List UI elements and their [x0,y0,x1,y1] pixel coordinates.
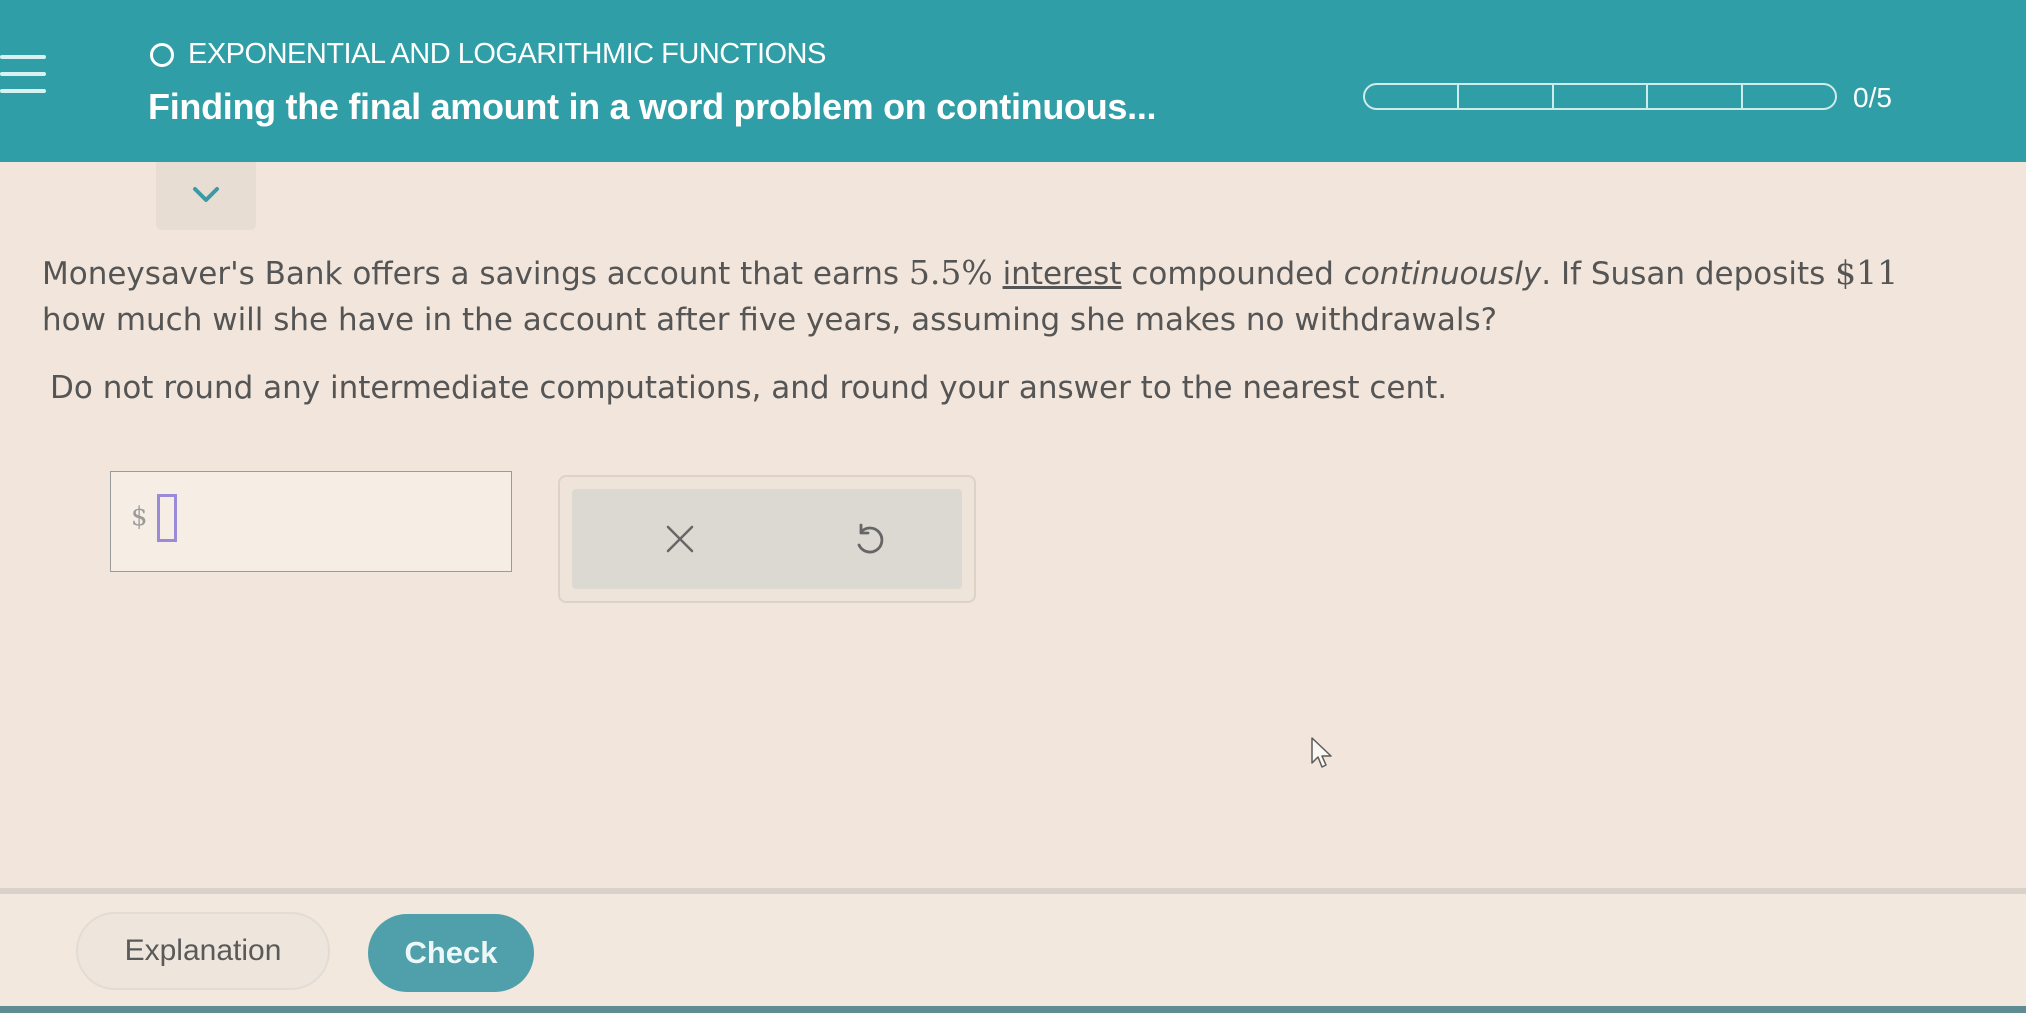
check-button[interactable]: Check [368,914,534,992]
action-buttons [572,489,962,589]
rate-value: 5.5% [908,253,993,292]
bottom-edge [0,1006,2026,1013]
footer-bar: Explanation Check [0,894,2026,1013]
lesson-title: Finding the final amount in a word probl… [148,86,1157,127]
chevron-down-icon [193,187,219,202]
dollar-sign: $ [131,502,148,532]
progress-segment [1743,85,1835,108]
question-line-2: how much will she have in the account af… [42,302,1498,338]
topic-row: EXPONENTIAL AND LOGARITHMIC FUNCTIONS [150,38,826,71]
top-header: EXPONENTIAL AND LOGARITHMIC FUNCTIONS Fi… [0,0,2026,162]
rounding-instruction: Do not round any intermediate computatio… [50,370,1448,406]
undo-icon[interactable] [850,521,886,557]
progress-bar [1363,83,1837,110]
progress-segment [1365,85,1460,108]
question-text-part: compounded [1121,256,1344,292]
question-text: Moneysaver's Bank offers a savings accou… [42,250,2026,343]
hamburger-menu-icon[interactable] [0,55,50,103]
question-line-1: Moneysaver's Bank offers a savings accou… [42,250,2026,297]
x-icon[interactable] [664,523,696,555]
circle-icon [150,42,174,67]
progress-segment [1648,85,1743,108]
expand-toggle[interactable] [156,162,256,230]
explanation-button[interactable]: Explanation [76,912,330,990]
mouse-pointer-icon [1311,737,1332,768]
question-text-part: Moneysaver's Bank offers a savings accou… [42,256,909,292]
question-text-part: . If Susan deposits [1541,256,1836,292]
action-panel [558,475,976,603]
progress-count: 0/5 [1853,82,1892,113]
progress-segment [1459,85,1554,108]
answer-input[interactable]: $ [110,471,512,572]
answer-entry-box[interactable] [157,494,177,542]
question-text-part [993,256,1003,292]
progress-segment [1554,85,1649,108]
interest-link[interactable]: interest [1003,256,1122,292]
continuously-term: continuously [1343,256,1542,292]
topic-label: EXPONENTIAL AND LOGARITHMIC FUNCTIONS [188,38,826,70]
deposit-value: $11 [1835,253,1899,292]
